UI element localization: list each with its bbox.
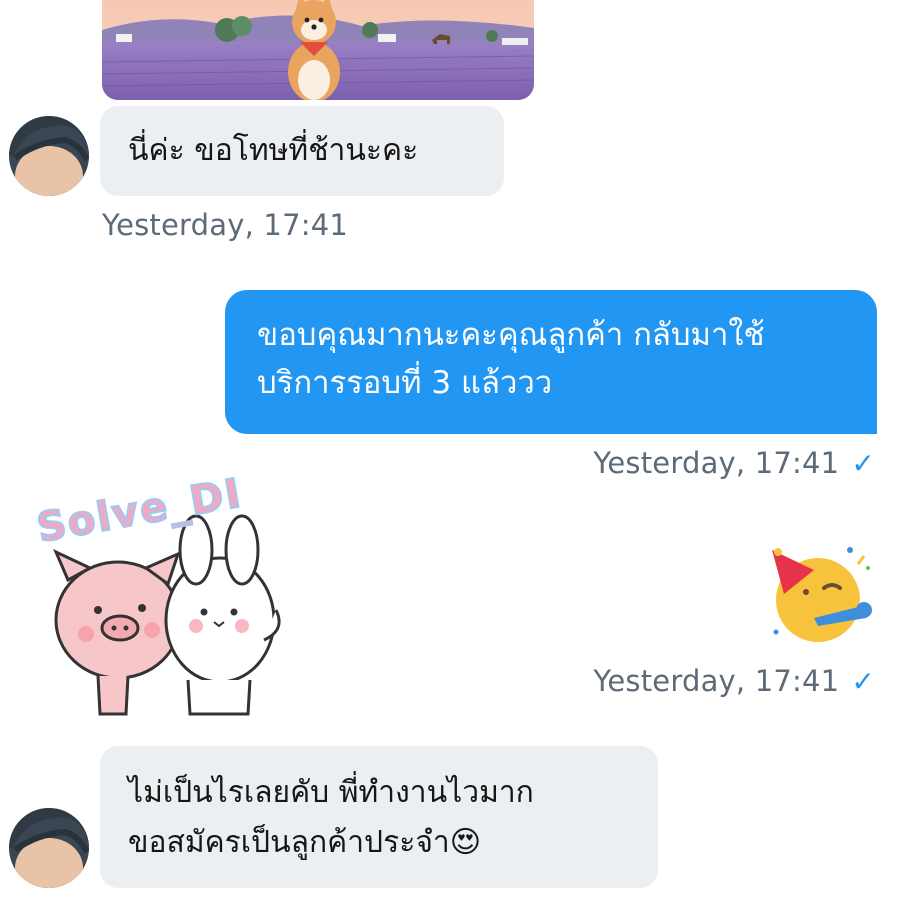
message-meta: Yesterday, 17:41 ✓	[593, 446, 875, 480]
read-check-icon: ✓	[851, 447, 875, 480]
photo-message[interactable]	[102, 0, 534, 100]
message-text-line: ขอบคุณมากนะคะคุณลูกค้า กลับมาใช้	[257, 317, 765, 353]
incoming-message-bubble[interactable]: ไม่เป็นไรเลยคับ พี่ทำงานไวมาก ขอสมัครเป็…	[100, 746, 658, 888]
message-timestamp: Yesterday, 17:41	[102, 208, 348, 242]
message-text: นี่ค่ะ ขอโทษที่ช้านะคะ	[128, 133, 419, 168]
message-timestamp: Yesterday, 17:41	[593, 446, 840, 480]
avatar-image	[9, 808, 89, 888]
message-timestamp: Yesterday, 17:41	[593, 664, 840, 698]
heart-eyes-emoji: 😍	[449, 825, 482, 860]
outgoing-message-bubble[interactable]: ขอบคุณมากนะคะคุณลูกค้า กลับมาใช้ บริการร…	[225, 290, 877, 434]
message-text-line: ไม่เป็นไรเลยคับ พี่ทำงานไวมาก	[128, 775, 534, 810]
partying-face-emoji	[772, 547, 872, 642]
message-text-line: บริการรอบที่ 3 แล้ววว	[257, 365, 553, 401]
read-check-icon: ✓	[851, 665, 875, 698]
avatar-image	[9, 116, 89, 196]
message-meta: Yesterday, 17:41 ✓	[593, 664, 875, 698]
message-text-line: ขอสมัครเป็นลูกค้าประจำ	[128, 825, 450, 860]
incoming-message-bubble[interactable]: นี่ค่ะ ขอโทษที่ช้านะคะ	[100, 106, 504, 196]
avatar[interactable]	[9, 808, 89, 888]
sticker-message[interactable]: Solve_DI	[28, 469, 328, 732]
emoji-message[interactable]	[766, 540, 876, 650]
lavender-field-shiba-photo	[102, 0, 534, 100]
avatar[interactable]	[9, 116, 89, 196]
